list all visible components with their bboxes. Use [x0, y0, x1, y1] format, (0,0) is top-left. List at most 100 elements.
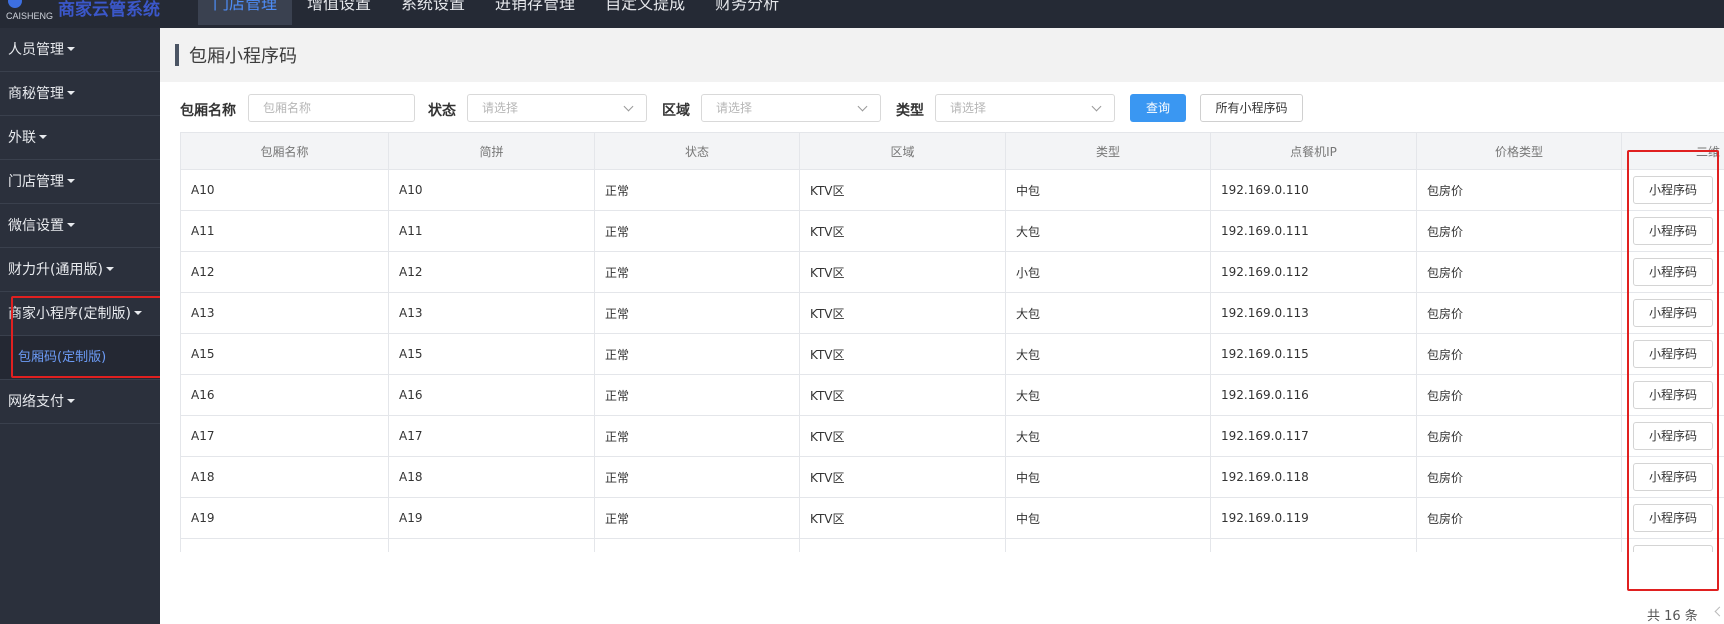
filter-label-type: 类型: [896, 103, 924, 119]
caret-down-icon: [105, 267, 114, 271]
room-name-input[interactable]: 包厢名称: [248, 94, 415, 122]
table-cell-price: 包房价: [1416, 333, 1622, 375]
table-cell-ip: 192.169.0.112: [1210, 251, 1417, 293]
column-header: 价格类型: [1416, 132, 1622, 170]
chevron-down-icon: [1091, 101, 1102, 112]
sidebar-item-label: 外联: [8, 130, 36, 146]
area-select[interactable]: 请选择: [701, 94, 881, 122]
logo-icon: [8, 0, 22, 8]
table-cell-name: A12: [180, 251, 389, 293]
table-row: A11 A11 正常 KTV区 大包 192.169.0.111 包房价 小程序码: [180, 210, 1724, 252]
table-cell-price: 包房价: [1416, 169, 1622, 211]
table-cell-action: 小程序码: [1621, 251, 1724, 293]
caret-down-icon: [67, 91, 75, 95]
sidebar-item-cailisheng[interactable]: 财力升(通用版): [0, 248, 160, 292]
miniprogram-code-button[interactable]: 小程序码: [1633, 545, 1713, 552]
caret-down-icon: [67, 47, 75, 51]
table-cell-price: 包房价: [1416, 415, 1622, 457]
sidebar-item-store[interactable]: 门店管理: [0, 160, 160, 204]
miniprogram-code-button[interactable]: 小程序码: [1633, 422, 1713, 450]
table-row: A13 A13 正常 KTV区 大包 192.169.0.113 包房价 小程序码: [180, 292, 1724, 334]
column-header: 区域: [799, 132, 1006, 170]
nav-tab-store-management[interactable]: 门店管理: [198, 0, 293, 25]
sidebar-item-online-payment[interactable]: 网络支付: [0, 380, 160, 424]
miniprogram-code-button[interactable]: 小程序码: [1633, 217, 1713, 245]
table-cell-action: 小程序码: [1621, 456, 1724, 498]
table-cell-abbr: A20: [388, 538, 595, 552]
pagination-total: 共 16 条: [1647, 609, 1698, 624]
sidebar-item-label: 人员管理: [8, 42, 64, 58]
table-cell-price: 包房价: [1416, 210, 1622, 252]
table-cell-status: 正常: [594, 456, 800, 498]
table-cell-action: 小程序码: [1621, 169, 1724, 211]
miniprogram-code-button[interactable]: 小程序码: [1633, 340, 1713, 368]
nav-tab-inventory[interactable]: 进销存管理: [480, 0, 590, 25]
table-cell-status: 正常: [594, 497, 800, 539]
status-select-placeholder: 请选择: [482, 101, 519, 115]
filter-bar: 包厢名称 包厢名称 状态 请选择 区域 请选择 类型 请选择 查询 所有小程序码: [160, 94, 1724, 124]
sidebar-item-wechat[interactable]: 微信设置: [0, 204, 160, 248]
status-select[interactable]: 请选择: [467, 94, 647, 122]
nav-tab-commission[interactable]: 自定义提成: [590, 0, 700, 25]
table-cell-type: 中包: [1005, 169, 1211, 211]
table-cell-action: 小程序码: [1621, 210, 1724, 252]
miniprogram-code-button[interactable]: 小程序码: [1633, 463, 1713, 491]
table-cell-area: KTV区: [799, 210, 1006, 252]
table-cell-price: 包房价: [1416, 456, 1622, 498]
table-row: A20A20正常KTV区小包192.169.0.120包房价小程序码: [180, 538, 1724, 552]
table-cell-price: 包房价: [1416, 251, 1622, 293]
table-row: A16 A16 正常 KTV区 大包 192.169.0.116 包房价 小程序码: [180, 374, 1724, 416]
filter-label-status: 状态: [428, 103, 456, 119]
main-content: 包厢小程序码 包厢名称 包厢名称 状态 请选择 区域 请选择 类型 请选择 查询…: [160, 28, 1724, 624]
table-row: A17 A17 正常 KTV区 大包 192.169.0.117 包房价 小程序码: [180, 415, 1724, 457]
table-cell-action: 小程序码: [1621, 333, 1724, 375]
miniprogram-code-button[interactable]: 小程序码: [1633, 504, 1713, 532]
type-select[interactable]: 请选择: [935, 94, 1115, 122]
table-cell-price: 包房价: [1416, 538, 1622, 552]
title-accent-bar: [175, 44, 179, 66]
miniprogram-code-button[interactable]: 小程序码: [1633, 381, 1713, 409]
table-cell-status: 正常: [594, 415, 800, 457]
table-cell-status: 正常: [594, 333, 800, 375]
filter-label-room-name: 包厢名称: [180, 103, 236, 119]
table-cell-type: 中包: [1005, 497, 1211, 539]
table-cell-abbr: A19: [388, 497, 595, 539]
table-row: A18 A18 正常 KTV区 中包 192.169.0.118 包房价 小程序码: [180, 456, 1724, 498]
room-table-body: A10 A10 正常 KTV区 中包 192.169.0.110 包房价 小程序码 A11 A11…: [180, 169, 1724, 552]
table-cell-ip: 192.169.0.120: [1210, 538, 1417, 552]
column-header: 点餐机IP: [1210, 132, 1417, 170]
table-cell-ip: 192.169.0.119: [1210, 497, 1417, 539]
nav-tab-value-added[interactable]: 增值设置: [292, 0, 386, 25]
sidebar-subitem-room-code[interactable]: 包厢码(定制版): [0, 336, 160, 380]
room-table-container: 包厢名称 简拼 状态 区域 类型 点餐机IP 价格类型 二维 A10 A10 正常 K…: [180, 132, 1724, 552]
query-button[interactable]: 查询: [1130, 94, 1186, 122]
brand-logo[interactable]: CAISHENG 商家云管系统: [0, 0, 190, 28]
caret-down-icon: [67, 399, 75, 403]
miniprogram-code-button[interactable]: 小程序码: [1633, 299, 1713, 327]
table-cell-action: 小程序码: [1621, 415, 1724, 457]
table-cell-name: A18: [180, 456, 389, 498]
sidebar-item-external[interactable]: 外联: [0, 116, 160, 160]
table-cell-area: KTV区: [799, 497, 1006, 539]
table-cell-name: A10: [180, 169, 389, 211]
table-cell-name: A13: [180, 292, 389, 334]
all-miniprogram-codes-button[interactable]: 所有小程序码: [1200, 94, 1303, 122]
top-nav-menu: 门店管理 增值设置 系统设置 进销存管理 自定义提成 财务分析: [198, 0, 794, 28]
sidebar-item-secretary[interactable]: 商秘管理: [0, 72, 160, 116]
table-cell-name: A15: [180, 333, 389, 375]
top-navbar: CAISHENG 商家云管系统 门店管理 增值设置 系统设置 进销存管理 自定义…: [0, 0, 1724, 28]
table-cell-ip: 192.169.0.116: [1210, 374, 1417, 416]
sidebar-item-staff[interactable]: 人员管理: [0, 28, 160, 72]
sidebar-item-merchant-miniprogram[interactable]: 商家小程序(定制版): [0, 292, 160, 336]
table-cell-type: 小包: [1005, 538, 1211, 552]
nav-tab-finance[interactable]: 财务分析: [700, 0, 794, 25]
miniprogram-code-button[interactable]: 小程序码: [1633, 176, 1713, 204]
table-cell-type: 大包: [1005, 333, 1211, 375]
caret-down-icon: [67, 223, 75, 227]
miniprogram-code-button[interactable]: 小程序码: [1633, 258, 1713, 286]
room-table: 包厢名称 简拼 状态 区域 类型 点餐机IP 价格类型 二维 A10 A10 正常 K…: [180, 132, 1724, 552]
nav-tab-system-settings[interactable]: 系统设置: [386, 0, 480, 25]
table-cell-ip: 192.169.0.118: [1210, 456, 1417, 498]
table-cell-area: KTV区: [799, 456, 1006, 498]
type-select-placeholder: 请选择: [950, 101, 987, 115]
